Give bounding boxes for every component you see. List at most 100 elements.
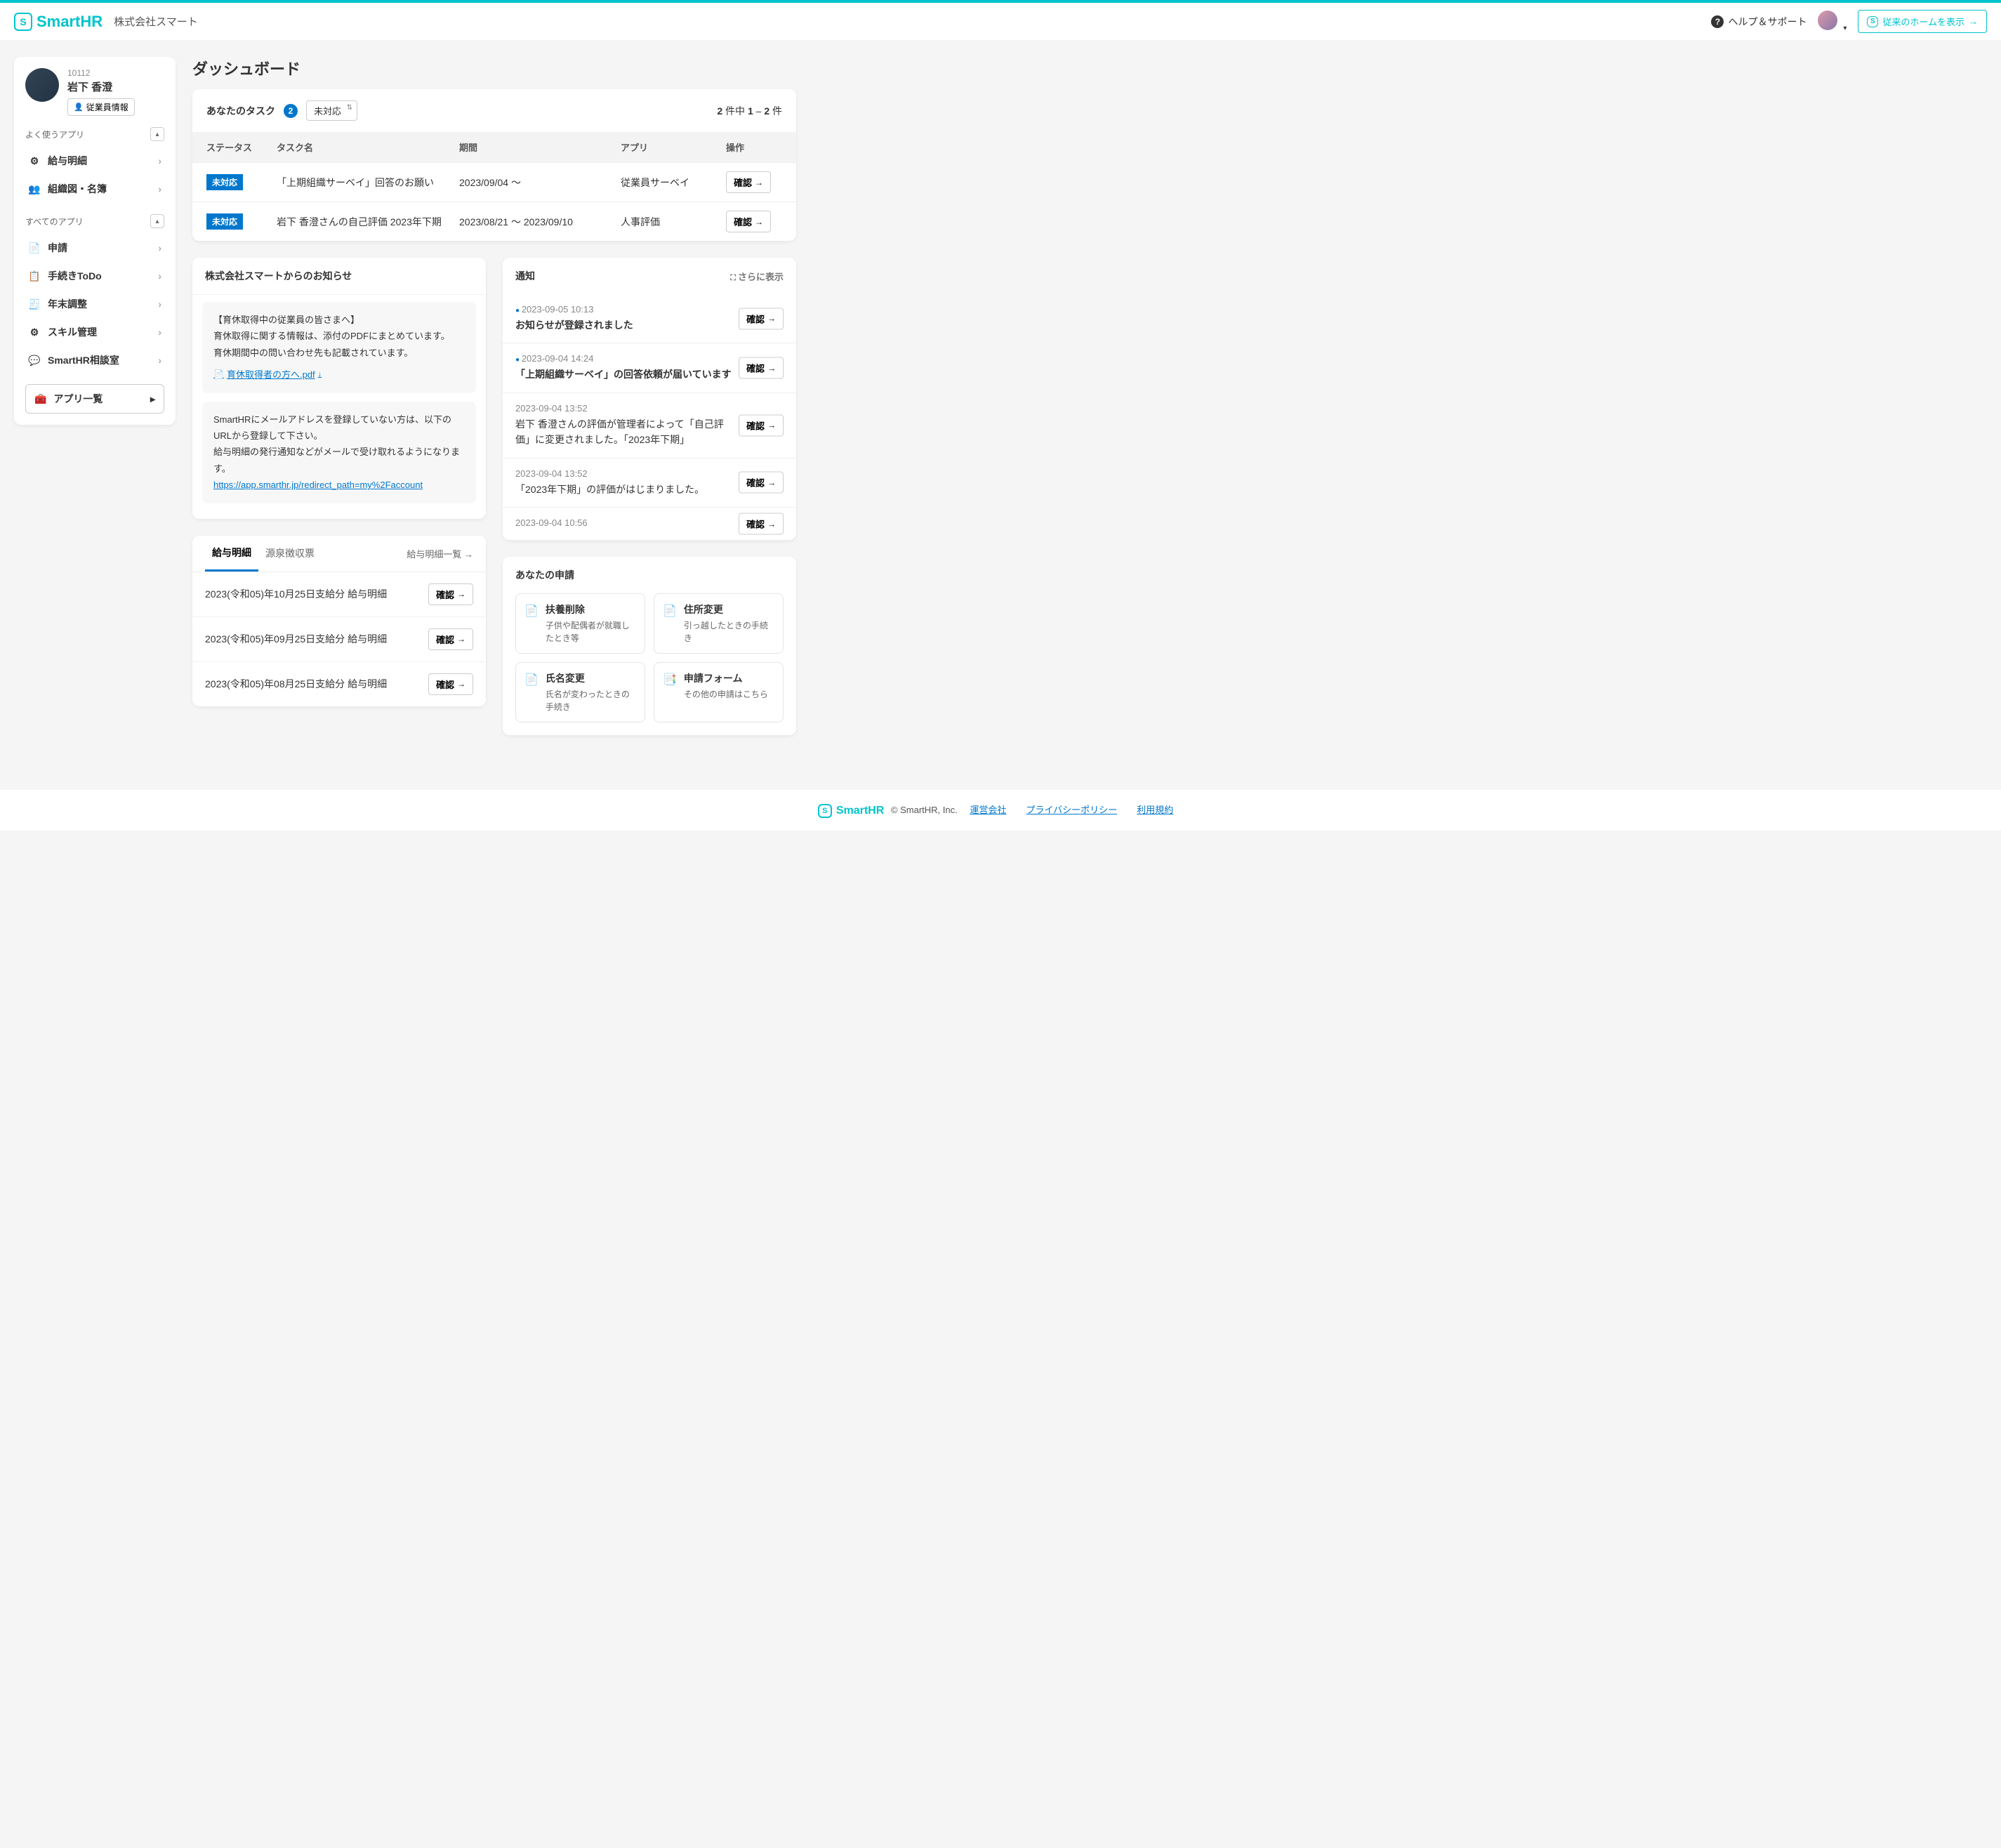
payslip-label: 2023(令和05)年09月25日支給分 給与明細	[205, 632, 387, 646]
footer-link[interactable]: 運営会社	[970, 805, 1006, 815]
request-title: 申請フォーム	[684, 671, 768, 685]
confirm-button[interactable]: 確認	[739, 513, 784, 535]
notification-item: 2023-09-04 14:24 「上期組織サーベイ」の回答依頼が届いています …	[503, 343, 796, 392]
payslip-list-link[interactable]: 給与明細一覧	[407, 547, 473, 560]
task-period: 2023/08/21 〜 2023/09/10	[459, 215, 614, 229]
nav-item[interactable]: 📄申請›	[25, 234, 164, 262]
document-icon: 📄	[663, 604, 677, 645]
employee-info-button[interactable]: 従業員情報	[67, 98, 135, 116]
notifications-more-link[interactable]: さらに表示	[730, 270, 784, 283]
notification-item: 2023-09-04 13:52 「2023年下期」の評価がはじまりました。 確…	[503, 458, 796, 508]
tasks-pagination-summary: 2 件中 1 – 2 件	[717, 104, 782, 118]
tasks-table-header: ステータス タスク名 期間 アプリ 操作	[192, 132, 796, 162]
request-desc: 子供や配偶者が就職したとき等	[546, 619, 636, 645]
app-list-button[interactable]: 🧰 アプリ一覧 ▸	[25, 384, 164, 414]
confirm-button[interactable]: 確認	[739, 308, 784, 329]
tasks-card: あなたのタスク 2 未対応 2 件中 1 – 2 件 ステータス タスク名 期間…	[192, 89, 796, 241]
brand-logo[interactable]: S SmartHR	[14, 13, 103, 31]
task-name: 岩下 香澄さんの自己評価 2023年下期	[277, 215, 452, 229]
request-card[interactable]: 📄 氏名変更 氏名が変わったときの手続き	[515, 662, 645, 722]
nav-group-frequent: よく使うアプリ ▴	[25, 127, 164, 141]
notification-item: 2023-09-05 10:13 お知らせが登録されました 確認	[503, 294, 796, 343]
sidebar: 10112 岩下 香澄 従業員情報 よく使うアプリ ▴ ⚙給与明細›👥組織図・名…	[14, 57, 176, 425]
chevron-right-icon: ›	[158, 355, 161, 366]
task-app: 人事評価	[621, 215, 719, 229]
announcements-card: 株式会社スマートからのお知らせ 【育休取得中の従業員の皆さまへ】 育休取得に関す…	[192, 258, 486, 519]
confirm-button[interactable]: 確認	[428, 673, 473, 695]
profile-avatar	[25, 68, 59, 102]
nav-item[interactable]: ⚙スキル管理›	[25, 318, 164, 346]
chevron-right-icon: ›	[158, 155, 161, 166]
request-card[interactable]: 📄 扶養削除 子供や配偶者が就職したとき等	[515, 593, 645, 654]
question-icon: ?	[1711, 15, 1724, 28]
task-period: 2023/09/04 〜	[459, 176, 614, 190]
confirm-button[interactable]: 確認	[428, 583, 473, 605]
tab-withholding[interactable]: 源泉徴収票	[258, 536, 322, 570]
request-title: 扶養削除	[546, 602, 636, 616]
help-link[interactable]: ? ヘルプ＆サポート	[1711, 15, 1807, 29]
briefcase-icon: 🧰	[34, 393, 46, 405]
chevron-down-icon: ▾	[1843, 25, 1847, 32]
footer: SSmartHR © SmartHR, Inc. 運営会社 プライバシーポリシー 利…	[0, 790, 2001, 831]
nav-icon: 📋	[28, 270, 41, 282]
nav-item[interactable]: ⚙給与明細›	[25, 147, 164, 175]
notifications-card: 通知 さらに表示 2023-09-05 10:13 お知らせが登録されました 確…	[503, 258, 796, 540]
copyright: © SmartHR, Inc.	[891, 805, 958, 815]
nav-icon: 🧾	[28, 298, 41, 310]
account-register-link[interactable]: https://app.smarthr.jp/redirect_path=my%…	[213, 480, 423, 490]
footer-logo: SSmartHR	[818, 804, 884, 818]
tab-payslip[interactable]: 給与明細	[205, 536, 258, 572]
task-row: 未対応 岩下 香澄さんの自己評価 2023年下期 2023/08/21 〜 20…	[192, 202, 796, 241]
legacy-home-button[interactable]: S 従来のホームを表示 →	[1858, 10, 1987, 33]
chevron-right-icon: ▸	[150, 393, 155, 405]
chevron-right-icon: ›	[158, 270, 161, 282]
status-badge: 未対応	[206, 174, 243, 190]
announcements-title: 株式会社スマートからのお知らせ	[192, 258, 486, 295]
nav-item[interactable]: 👥組織図・名簿›	[25, 175, 164, 203]
notification-date: 2023-09-04 13:52	[515, 403, 784, 414]
profile: 10112 岩下 香澄 従業員情報	[25, 68, 164, 116]
nav-item[interactable]: 💬SmartHR相談室›	[25, 346, 164, 374]
nav-item[interactable]: 📋手続きToDo›	[25, 262, 164, 290]
confirm-button[interactable]: 確認	[739, 357, 784, 379]
nav-icon: ⚙	[28, 326, 41, 338]
chevron-right-icon: ›	[158, 242, 161, 253]
footer-link[interactable]: プライバシーポリシー	[1026, 805, 1117, 815]
payroll-card: 給与明細 源泉徴収票 給与明細一覧 2023(令和05)年10月25日支給分 給…	[192, 536, 486, 706]
request-desc: 氏名が変わったときの手続き	[546, 688, 636, 713]
footer-link[interactable]: 利用規約	[1137, 805, 1173, 815]
payslip-label: 2023(令和05)年08月25日支給分 給与明細	[205, 677, 387, 691]
request-title: 氏名変更	[546, 671, 636, 685]
payslip-row: 2023(令和05)年09月25日支給分 給与明細 確認	[192, 616, 486, 661]
collapse-button[interactable]: ▴	[150, 214, 164, 228]
confirm-button[interactable]: 確認	[428, 628, 473, 650]
collapse-button[interactable]: ▴	[150, 127, 164, 141]
nav-icon: 👥	[28, 183, 41, 195]
user-menu[interactable]: ▾	[1818, 11, 1847, 32]
chevron-right-icon: ›	[158, 183, 161, 194]
tasks-title: あなたのタスク	[206, 104, 275, 118]
notifications-title: 通知	[515, 269, 535, 283]
requests-card: あなたの申請 📄 扶養削除 子供や配偶者が就職したとき等 📄 住所変更 引っ越し…	[503, 557, 796, 735]
confirm-button[interactable]: 確認	[739, 472, 784, 494]
nav-icon: 💬	[28, 355, 41, 367]
tasks-filter-select[interactable]: 未対応	[306, 100, 357, 121]
notification-item: 2023-09-04 13:52 岩下 香澄さんの評価が管理者によって「自己評価…	[503, 393, 796, 458]
header: S SmartHR 株式会社スマート ? ヘルプ＆サポート ▾ S 従来のホーム…	[0, 3, 2001, 40]
pdf-download-link[interactable]: 育休取得者の方へ.pdf	[213, 367, 322, 383]
confirm-button[interactable]: 確認	[726, 211, 771, 232]
request-card[interactable]: 📑 申請フォーム その他の申請はこちら	[654, 662, 784, 722]
document-icon: 📄	[524, 604, 539, 645]
tasks-count-badge: 2	[284, 104, 298, 118]
announcement-item: 【育休取得中の従業員の皆さまへ】 育休取得に関する情報は、添付のPDFにまとめて…	[202, 302, 476, 393]
confirm-button[interactable]: 確認	[726, 171, 771, 193]
requests-title: あなたの申請	[503, 557, 796, 593]
chevron-right-icon: ›	[158, 298, 161, 310]
notifications-list[interactable]: 2023-09-05 10:13 お知らせが登録されました 確認 2023-09…	[503, 294, 796, 540]
request-card[interactable]: 📄 住所変更 引っ越したときの手続き	[654, 593, 784, 654]
nav-item[interactable]: 🧾年末調整›	[25, 290, 164, 318]
confirm-button[interactable]: 確認	[739, 414, 784, 436]
task-row: 未対応 「上期組織サーベイ」回答のお願い 2023/09/04 〜 従業員サーベ…	[192, 162, 796, 202]
nav-icon: ⚙	[28, 155, 41, 167]
payslip-row: 2023(令和05)年08月25日支給分 給与明細 確認	[192, 661, 486, 706]
